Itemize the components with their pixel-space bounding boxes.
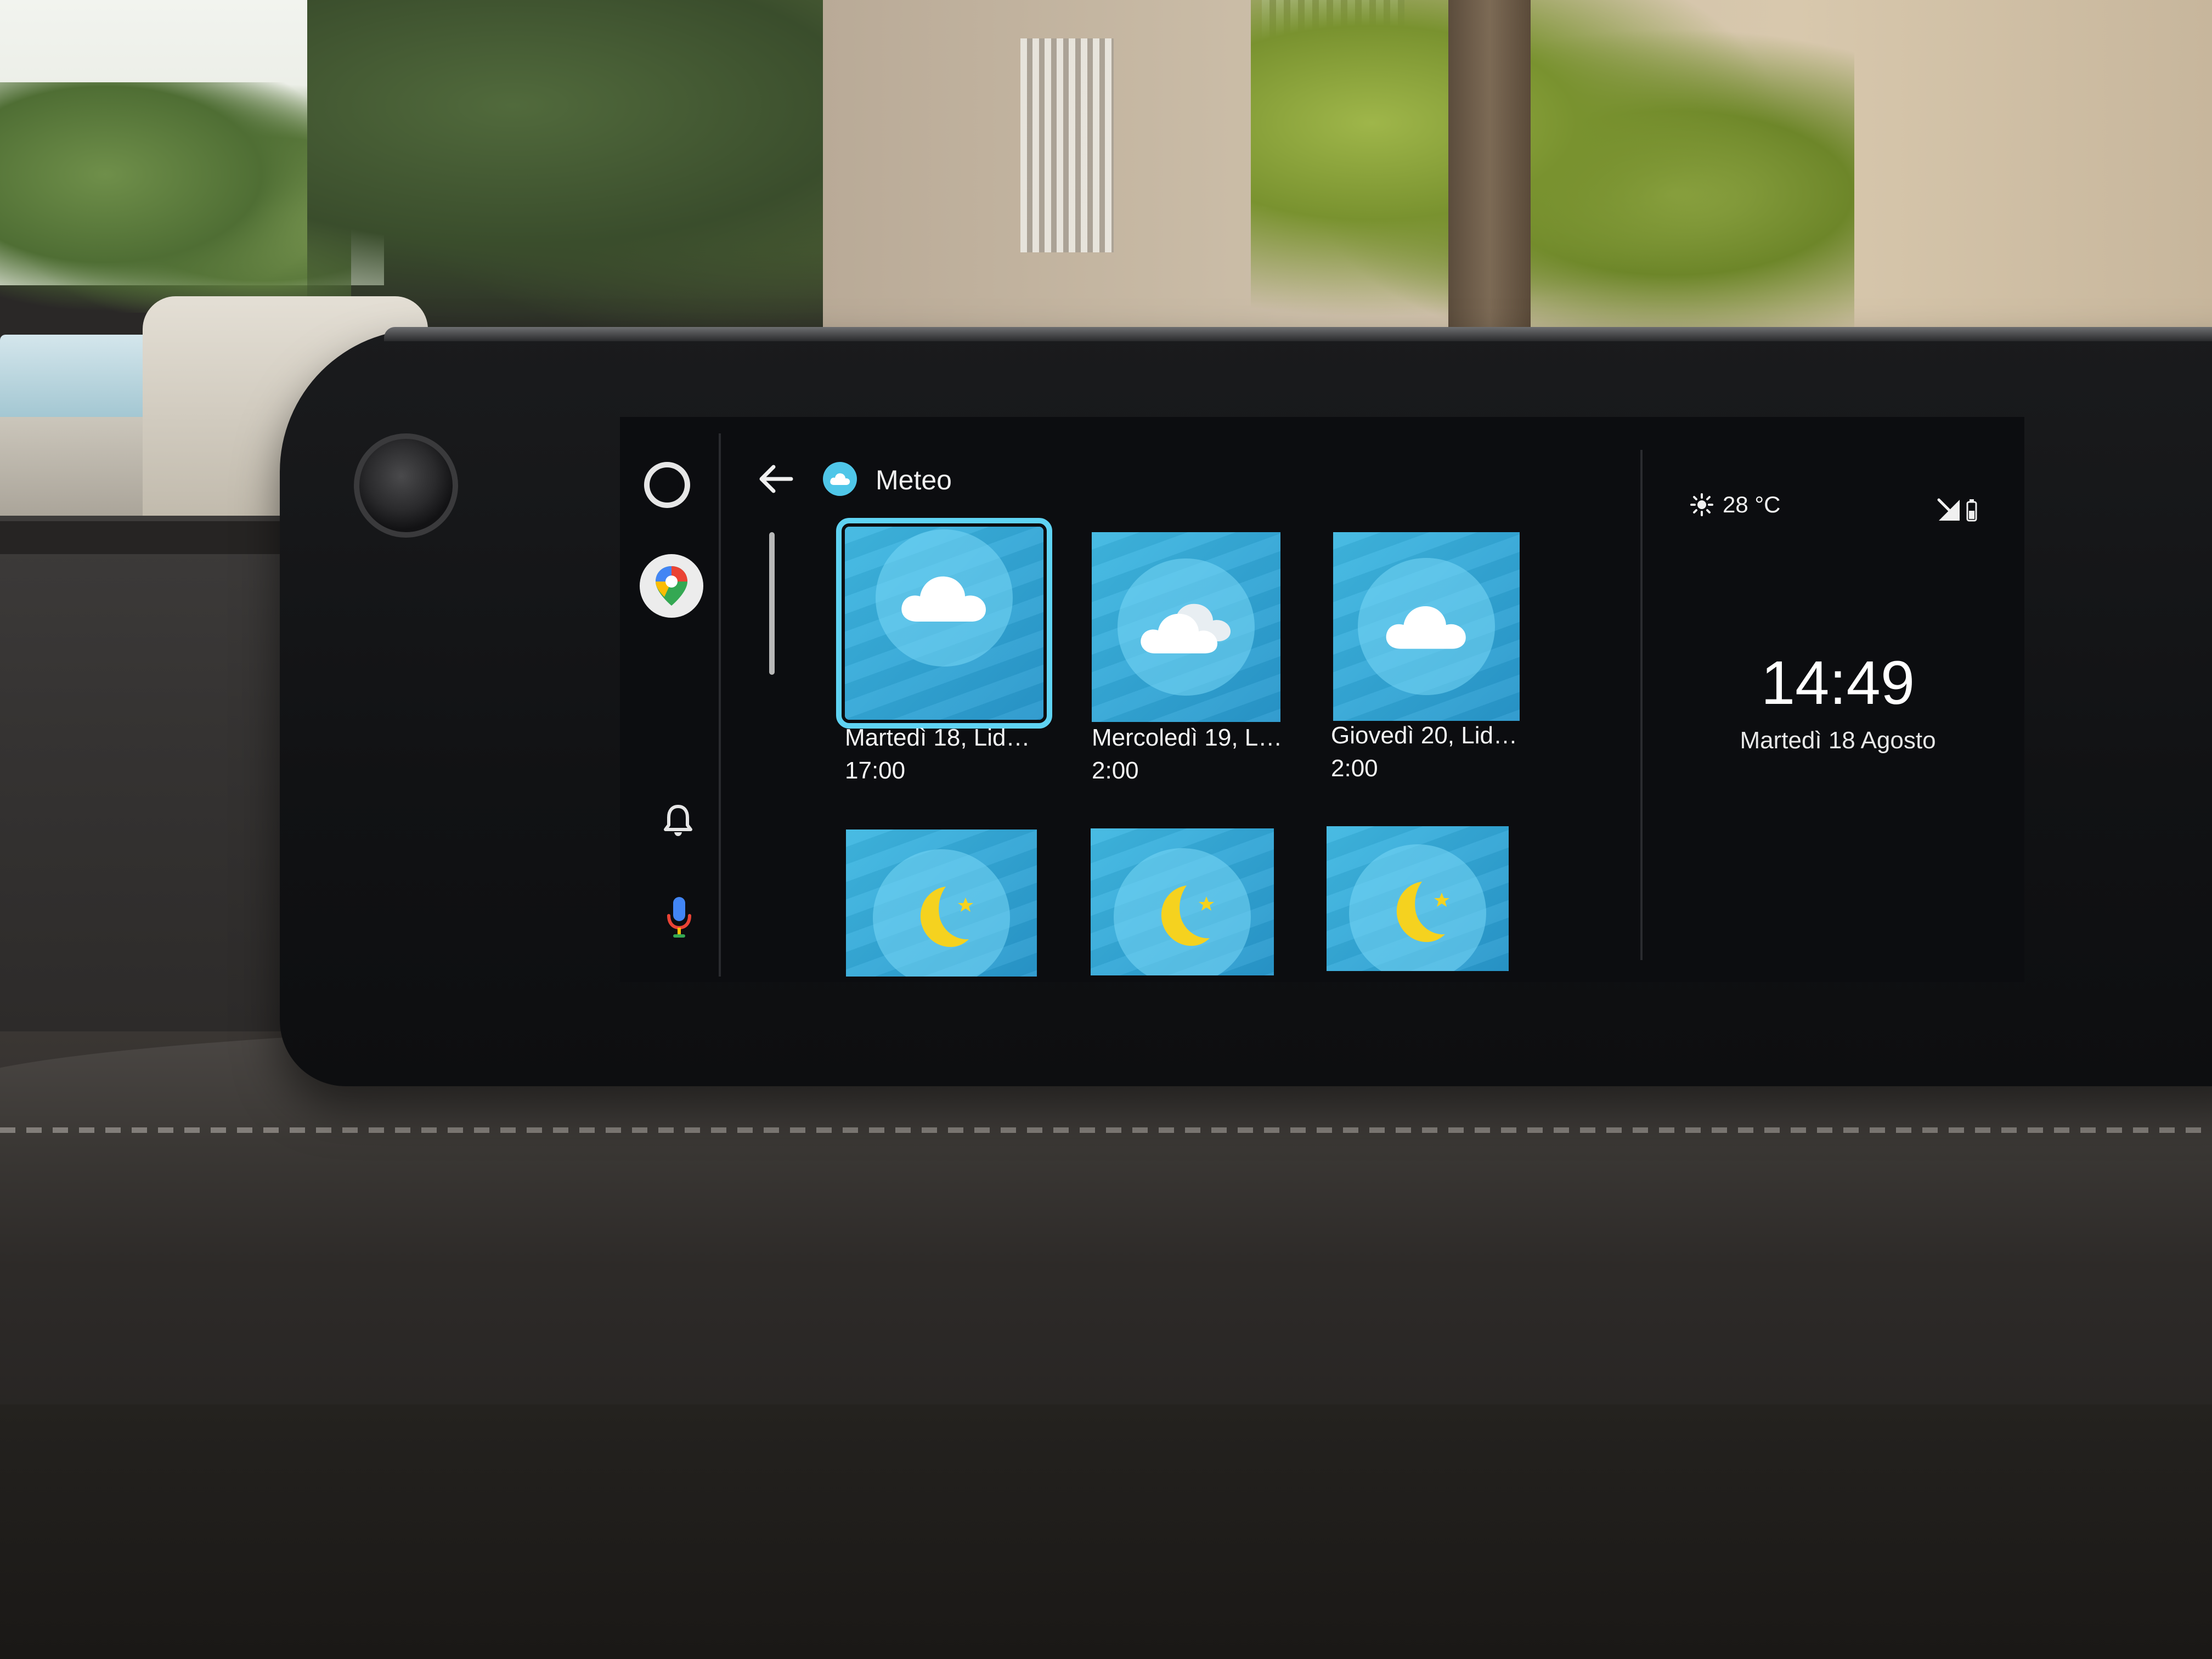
maps-pin-icon — [656, 566, 687, 606]
clock-time: 14:49 — [1760, 648, 1915, 717]
app-title: Meteo — [876, 465, 952, 495]
forecast-time: 17:00 — [845, 757, 906, 784]
bell-icon[interactable] — [662, 801, 695, 839]
forecast-tile[interactable] — [1091, 828, 1274, 975]
back-button[interactable] — [751, 454, 800, 504]
trees-left — [0, 82, 351, 313]
forecast-title: Martedì 18, Lid… — [845, 724, 1030, 751]
forecast-tile[interactable] — [836, 518, 1052, 729]
forecast-time: 2:00 — [1331, 755, 1378, 782]
cloud-small-icon — [830, 473, 850, 485]
rail-divider — [719, 433, 721, 977]
android-auto-screen: Meteo Martedì 18, Lid… 17:00 Mercoledì 1… — [620, 417, 2024, 982]
moon-icon — [1127, 876, 1237, 958]
scroll-indicator[interactable] — [769, 532, 775, 675]
home-icon[interactable] — [644, 462, 690, 508]
forecast-tile[interactable] — [1333, 532, 1520, 721]
maps-icon[interactable] — [640, 554, 703, 618]
forecast-time: 2:00 — [1092, 757, 1139, 784]
no-signal-icon — [1937, 498, 1960, 521]
moon-icon — [1363, 872, 1472, 954]
back-arrow-icon — [759, 465, 793, 493]
dashboard-bottom — [0, 1404, 2212, 1659]
forecast-title: Giovedì 20, Lid… — [1331, 722, 1517, 749]
sun-icon — [1690, 493, 1713, 516]
window-grate — [1020, 38, 1114, 252]
home-icon-center — [656, 473, 679, 496]
mic-glyph — [667, 897, 691, 938]
moon-icon — [887, 877, 996, 959]
camera-lens — [354, 433, 458, 538]
photo-scene: Meteo Martedì 18, Lid… 17:00 Mercoledì 1… — [0, 0, 2212, 1659]
clouds-icon — [1131, 586, 1241, 668]
cloud-icon — [1372, 585, 1481, 668]
status-temperature: 28 °C — [1723, 492, 1781, 517]
leaves — [1251, 0, 1854, 351]
forecast-tile[interactable] — [1092, 532, 1280, 722]
mic-icon[interactable] — [663, 894, 696, 941]
cloud-icon — [889, 557, 999, 639]
battery-icon — [1966, 499, 1977, 522]
weather-app-icon — [823, 462, 857, 496]
forecast-tile[interactable] — [1327, 826, 1509, 971]
bell-glyph — [664, 805, 692, 836]
clock-date: Martedì 18 Agosto — [1740, 727, 1936, 754]
tree-trunk — [1448, 0, 1531, 351]
forecast-title: Mercoledì 19, L… — [1092, 724, 1283, 751]
panel-divider — [1640, 450, 1643, 960]
status-signal — [1937, 494, 1986, 527]
stitching — [0, 1127, 2212, 1133]
bezel-edge — [384, 327, 2212, 341]
forecast-tile[interactable] — [846, 830, 1037, 977]
status-weather[interactable]: 28 °C — [1690, 488, 1781, 521]
